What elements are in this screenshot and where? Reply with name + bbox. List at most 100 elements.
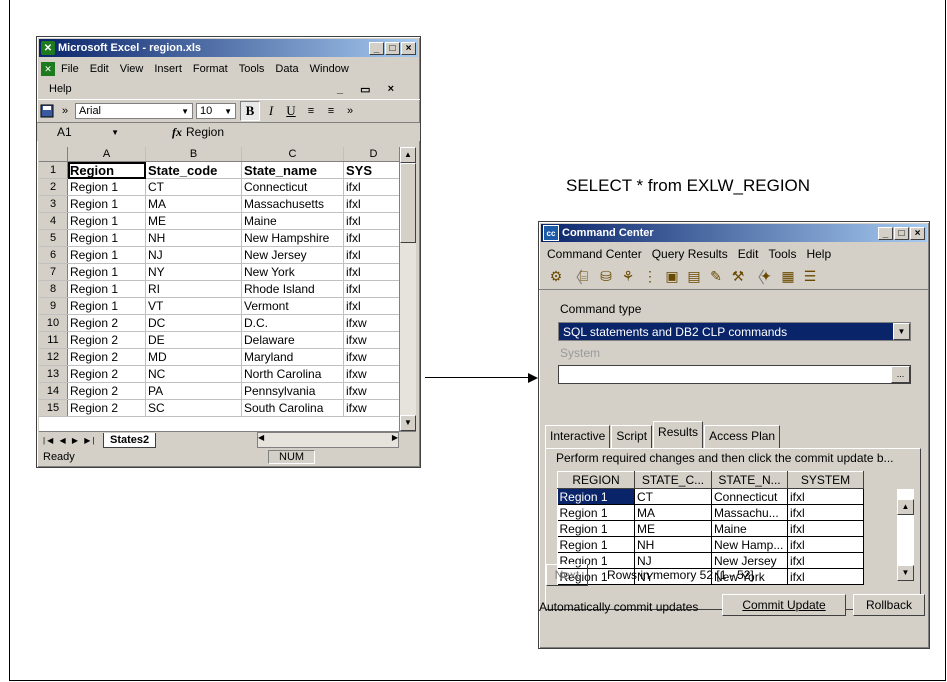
close-icon[interactable]: ×: [401, 41, 416, 55]
cell[interactable]: MD: [145, 348, 242, 366]
align-center-icon[interactable]: ≡: [322, 102, 340, 120]
cell[interactable]: PA: [145, 382, 242, 400]
chevron-down-icon[interactable]: ▼: [224, 107, 232, 116]
cell[interactable]: Region 2: [67, 314, 146, 332]
tab-access-plan[interactable]: Access Plan: [704, 425, 781, 449]
sheet-nav-icons[interactable]: |◀ ◀ ▶ ▶|: [39, 436, 103, 445]
workbook-icon[interactable]: ✕: [41, 62, 55, 76]
row-header[interactable]: 9: [39, 297, 68, 315]
cell[interactable]: Delaware: [241, 331, 344, 349]
command-type-select[interactable]: SQL statements and DB2 CLP commands ▼: [558, 322, 911, 341]
column-header-state-name[interactable]: STATE_N...: [711, 471, 788, 489]
row-header[interactable]: 3: [39, 195, 68, 213]
table-row[interactable]: Region 1 ME Maine ifxl: [557, 520, 864, 537]
menu-tools[interactable]: Tools: [239, 63, 265, 75]
cell[interactable]: Region 1: [557, 504, 635, 521]
doc-close-icon[interactable]: ×: [388, 83, 394, 96]
cell[interactable]: Region 1: [67, 195, 146, 213]
cell[interactable]: RI: [145, 280, 242, 298]
row-header[interactable]: 11: [39, 331, 68, 349]
database-icon[interactable]: ⛁: [595, 268, 617, 285]
cell[interactable]: ifxl: [343, 263, 404, 281]
toolbar-overflow-icon[interactable]: »: [57, 102, 73, 120]
sheet-tab-states2[interactable]: States2: [103, 432, 157, 448]
row-header[interactable]: 6: [39, 246, 68, 264]
cell[interactable]: Connecticut: [711, 488, 788, 505]
font-size-combo[interactable]: 10 ▼: [196, 103, 236, 119]
menu-file[interactable]: File: [61, 63, 79, 75]
cell[interactable]: ifxl: [343, 212, 404, 230]
row-header[interactable]: 2: [39, 178, 68, 196]
fx-icon[interactable]: fx: [172, 125, 182, 140]
column-header-system[interactable]: SYSTEM: [787, 471, 864, 489]
row-header[interactable]: 1: [39, 161, 68, 179]
worksheet-grid[interactable]: A B C D 1 Region State_code State_name S…: [39, 147, 416, 431]
vertical-scrollbar[interactable]: ▲ ▼: [399, 147, 416, 431]
doc-minimize-icon[interactable]: _: [337, 83, 343, 96]
cell[interactable]: MA: [145, 195, 242, 213]
rollback-button[interactable]: Rollback: [853, 594, 925, 616]
cell[interactable]: Region 2: [67, 331, 146, 349]
font-name-combo[interactable]: Arial ▼: [75, 103, 193, 119]
cell[interactable]: Region 2: [67, 399, 146, 417]
tree-icon[interactable]: ⌸: [573, 268, 595, 285]
menu-tools[interactable]: Tools: [768, 247, 796, 261]
cell[interactable]: ifxl: [787, 568, 864, 585]
next-button[interactable]: Next: [546, 564, 588, 586]
cell[interactable]: Region 2: [67, 382, 146, 400]
cell[interactable]: Region 1: [67, 246, 146, 264]
menu-insert[interactable]: Insert: [154, 63, 182, 75]
cell[interactable]: DE: [145, 331, 242, 349]
column-header-state-code[interactable]: STATE_C...: [634, 471, 712, 489]
cell[interactable]: State_name: [241, 161, 344, 179]
cell[interactable]: ifxl: [343, 195, 404, 213]
cell[interactable]: Massachusetts: [241, 195, 344, 213]
column-header-a[interactable]: A: [67, 147, 146, 162]
scroll-down-icon[interactable]: ▼: [400, 415, 416, 431]
results-scrollbar[interactable]: ▲ ▼: [897, 489, 914, 581]
cell[interactable]: SYS: [343, 161, 404, 179]
wrench-icon[interactable]: ✎: [705, 268, 727, 285]
commit-update-button[interactable]: Commit Update: [722, 594, 846, 616]
cell[interactable]: NJ: [634, 552, 712, 569]
cell[interactable]: ifxl: [343, 229, 404, 247]
row-header[interactable]: 12: [39, 348, 68, 366]
cell[interactable]: ifxl: [787, 520, 864, 537]
row-header[interactable]: 14: [39, 382, 68, 400]
cell[interactable]: NY: [145, 263, 242, 281]
scroll-right-icon[interactable]: ▶: [392, 433, 398, 447]
chevron-down-icon[interactable]: ▼: [181, 107, 189, 116]
chevron-down-icon[interactable]: ▼: [893, 323, 910, 340]
cell[interactable]: New Hampshire: [241, 229, 344, 247]
menu-view[interactable]: View: [120, 63, 144, 75]
cell[interactable]: ifxl: [787, 552, 864, 569]
menu-command-center[interactable]: Command Center: [547, 247, 642, 261]
menu-edit[interactable]: Edit: [90, 63, 109, 75]
column-header-d[interactable]: D: [343, 147, 404, 162]
cell[interactable]: CT: [634, 488, 712, 505]
row-header[interactable]: 7: [39, 263, 68, 281]
bold-button[interactable]: B: [240, 101, 260, 121]
cell[interactable]: Pennsylvania: [241, 382, 344, 400]
menu-data[interactable]: Data: [275, 63, 298, 75]
cell[interactable]: ifxl: [343, 178, 404, 196]
cell[interactable]: Region 1: [67, 280, 146, 298]
help-icon[interactable]: ✦: [755, 268, 777, 285]
formula-input[interactable]: Region: [186, 125, 224, 139]
cell[interactable]: Region 1: [67, 178, 146, 196]
cell[interactable]: Region 1: [67, 229, 146, 247]
cell[interactable]: ifxw: [343, 365, 404, 383]
hierarchy-icon[interactable]: ⋮: [639, 268, 661, 285]
menu-help[interactable]: Help: [806, 247, 831, 261]
cell[interactable]: ifxw: [343, 331, 404, 349]
tools-icon[interactable]: ⚒: [727, 268, 749, 285]
menu-query-results[interactable]: Query Results: [652, 247, 728, 261]
auto-commit-label[interactable]: Automatically commit updates: [539, 600, 698, 614]
cell[interactable]: SC: [145, 399, 242, 417]
cell[interactable]: VT: [145, 297, 242, 315]
cell[interactable]: State_code: [145, 161, 242, 179]
cell[interactable]: ifxl: [787, 488, 864, 505]
cell[interactable]: New Jersey: [241, 246, 344, 264]
scroll-up-icon[interactable]: ▲: [400, 147, 416, 163]
cell-a1[interactable]: Region: [67, 161, 146, 179]
